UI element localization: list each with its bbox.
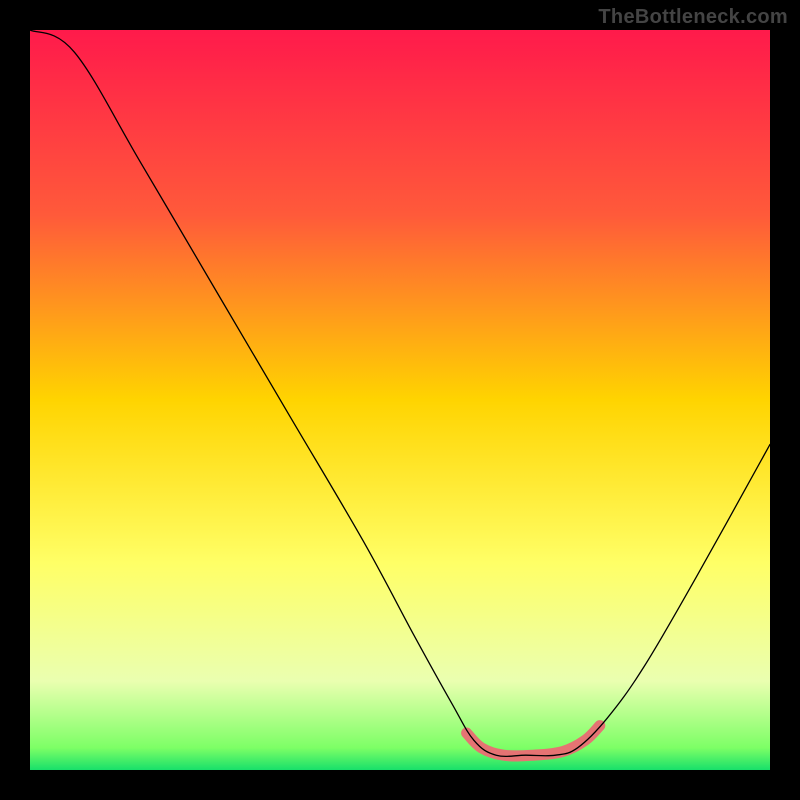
watermark-text: TheBottleneck.com: [598, 6, 788, 29]
gradient-background: [30, 30, 770, 770]
plot-area: [30, 30, 770, 770]
chart-svg: [30, 30, 770, 770]
chart-container: TheBottleneck.com: [0, 0, 800, 800]
